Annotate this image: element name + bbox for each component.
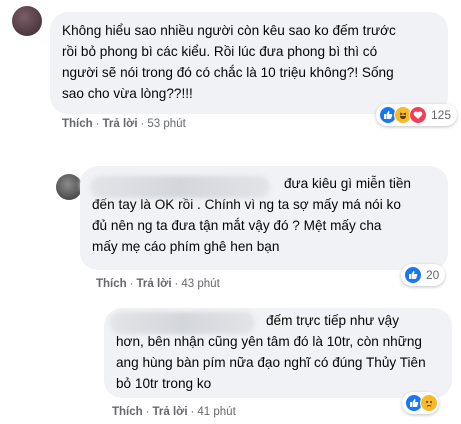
separator-dot: ·: [95, 118, 100, 130]
comment-bubble: Không hiểu sao nhiều người còn kêu sao k…: [50, 12, 448, 114]
redacted-name: [110, 312, 255, 334]
comment-text: đến tay là OK rồi . Chính vì ng ta sợ mấ…: [92, 197, 401, 254]
comment-time[interactable]: 43 phút: [181, 278, 219, 290]
reply-link[interactable]: Trả lời: [137, 278, 172, 290]
redacted-name: [90, 176, 270, 198]
reply-link[interactable]: Trả lời: [103, 118, 138, 130]
comment-text: Không hiểu sao nhiều người còn kêu sao k…: [62, 23, 396, 101]
separator-dot: ·: [190, 406, 195, 418]
avatar[interactable]: [56, 174, 82, 200]
reaction-count: 20: [426, 268, 440, 282]
comment-text: hơn, bên nhận cũng yên tâm đó là 10tr, c…: [116, 334, 426, 391]
like-link[interactable]: Thích: [62, 118, 93, 130]
reply-link[interactable]: Trả lời: [153, 406, 188, 418]
comment-actions: Thích · Trả lời · 53 phút: [62, 118, 186, 130]
separator-dot: ·: [145, 406, 150, 418]
separator-dot: ·: [129, 278, 134, 290]
reaction-count: 125: [431, 108, 452, 122]
avatar[interactable]: [12, 6, 42, 36]
like-link[interactable]: Thích: [96, 278, 127, 290]
reaction-summary[interactable]: 20: [401, 264, 446, 286]
sad-icon: [420, 394, 438, 412]
comment-actions: Thích · Trả lời · 43 phút: [96, 278, 220, 290]
comment-actions: Thích · Trả lời · 41 phút: [112, 406, 236, 418]
reaction-summary[interactable]: 125: [376, 104, 458, 126]
like-icon: [404, 266, 422, 284]
reaction-summary[interactable]: [402, 392, 439, 414]
like-link[interactable]: Thích: [112, 406, 143, 418]
comment-time[interactable]: 53 phút: [147, 118, 185, 130]
separator-dot: ·: [140, 118, 145, 130]
separator-dot: ·: [174, 278, 179, 290]
comment-time[interactable]: 41 phút: [197, 406, 235, 418]
love-icon: [409, 106, 427, 124]
